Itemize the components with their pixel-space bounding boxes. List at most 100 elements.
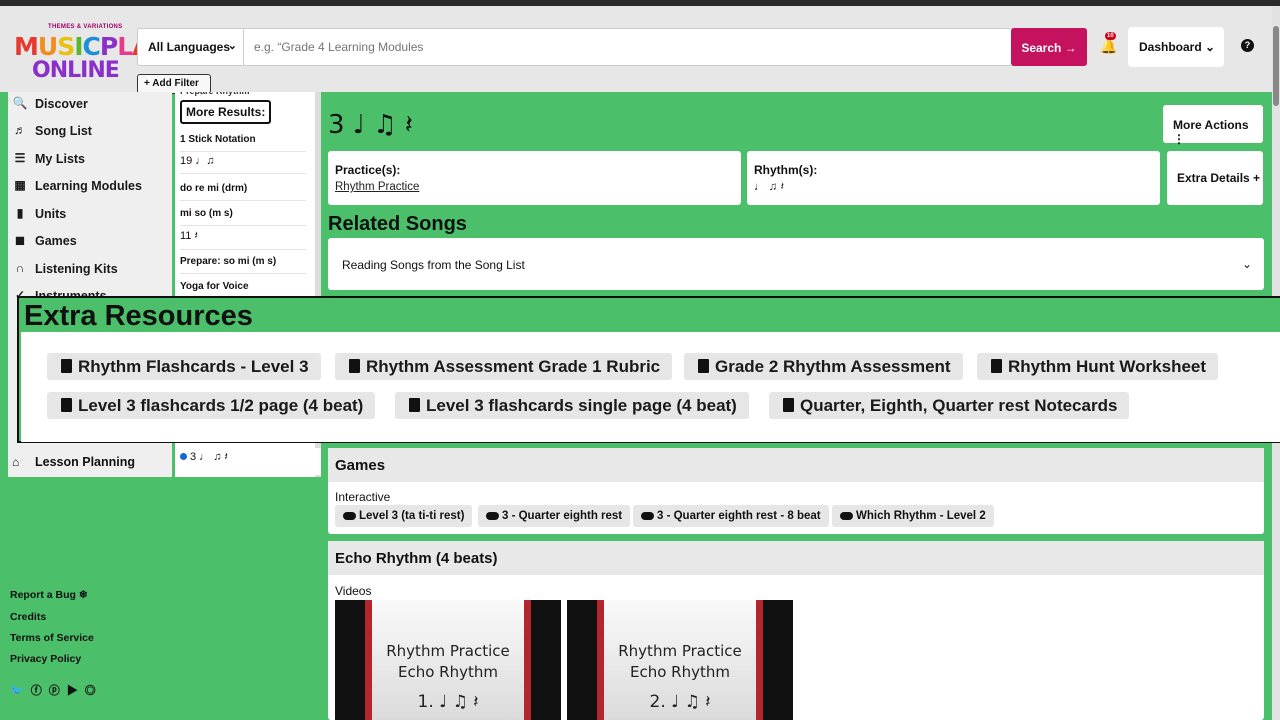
game-chip[interactable]: 3 - Quarter eighth rest xyxy=(478,505,631,527)
search-button[interactable]: Search → xyxy=(1011,28,1087,66)
more-results-label: More Results: xyxy=(180,100,272,124)
list-item[interactable]: do re mi (drm) xyxy=(180,183,306,201)
extra-resources-heading: Extra Resources xyxy=(24,300,253,332)
video-title-line: Rhythm Practice xyxy=(618,642,742,660)
videos-label: Videos xyxy=(335,584,372,598)
chevron-down-icon: ⌄ xyxy=(1205,40,1216,54)
resource-button[interactable]: Level 3 flashcards single page (4 beat) xyxy=(395,392,749,419)
sidebar-item-label: Song List xyxy=(35,124,92,138)
game-label: Which Rhythm - Level 2 xyxy=(856,510,986,522)
resource-label: Rhythm Flashcards - Level 3 xyxy=(78,357,309,376)
sidebar-item-label: Learning Modules xyxy=(35,179,142,193)
video-frame: Rhythm Practice Echo Rhythm 1. ♩ ♫ 𝄽 xyxy=(365,600,531,720)
practice-card: Practice(s): Rhythm Practice xyxy=(328,151,741,205)
game-label: Level 3 (ta ti-ti rest) xyxy=(359,510,465,522)
logo-line-2: ONLINE xyxy=(32,58,120,83)
book-icon: ▮ xyxy=(16,206,24,220)
language-select[interactable]: All Languages ⌄ xyxy=(138,29,244,65)
list-icon: ☰ xyxy=(14,151,26,165)
game-label: 3 - Quarter eighth rest xyxy=(502,510,623,522)
help-icon[interactable]: ? xyxy=(1241,39,1254,52)
lesson-item-label: 3 ♩ ♫ 𝄽 xyxy=(190,451,228,463)
add-filter-button[interactable]: + Add Filter xyxy=(137,74,211,94)
game-chip[interactable]: Which Rhythm - Level 2 xyxy=(832,505,994,527)
notification-badge: 10 xyxy=(1105,32,1116,40)
rhythm-card: Rhythm(s): ♩ ♫ 𝄽 xyxy=(747,151,1160,205)
pdf-file-icon xyxy=(783,398,794,412)
extra-resources-panel: Extra Resources Rhythm Flashcards - Leve… xyxy=(17,296,1280,443)
video-thumbnail[interactable]: Rhythm Practice Echo Rhythm 2. ♩ ♫ 𝄽 xyxy=(567,600,793,720)
page-title: 3 ♩ ♫ 𝄽 xyxy=(328,110,413,140)
report-bug-link[interactable]: Report a Bug ❄ xyxy=(10,589,88,601)
sidebar-item-label: Units xyxy=(35,207,67,221)
echo-rhythm-heading: Echo Rhythm (4 beats) xyxy=(328,541,1264,575)
dashboard-dropdown[interactable]: Dashboard ⌄ xyxy=(1128,27,1224,67)
resource-button[interactable]: Grade 2 Rhythm Assessment xyxy=(684,353,963,380)
gamepad-icon xyxy=(641,512,654,520)
video-thumbnail[interactable]: Rhythm Practice Echo Rhythm 1. ♩ ♫ 𝄽 xyxy=(335,600,561,720)
video-title-line: 1. ♩ ♫ 𝄽 xyxy=(417,692,479,712)
rhythm-value: ♩ ♫ 𝄽 xyxy=(754,181,785,193)
lesson-list-item[interactable]: 3 ♩ ♫ 𝄽 xyxy=(175,448,321,475)
practice-link[interactable]: Rhythm Practice xyxy=(335,181,419,193)
extra-details-button[interactable]: Extra Details + xyxy=(1167,151,1263,205)
pdf-file-icon xyxy=(698,359,709,373)
gamepad-icon xyxy=(343,512,356,520)
dashboard-label: Dashboard xyxy=(1139,40,1202,54)
gamepad-icon xyxy=(486,512,499,520)
logo-tagline: THEMES & VARIATIONS xyxy=(48,24,123,30)
extra-resources-list: Rhythm Flashcards - Level 3 Rhythm Asses… xyxy=(21,332,1280,442)
related-songs-accordion[interactable]: Reading Songs from the Song List ⌄ xyxy=(328,238,1264,290)
chevron-down-icon: ⌄ xyxy=(1241,257,1252,271)
pdf-file-icon xyxy=(61,359,72,373)
sidebar-item-label: Listening Kits xyxy=(35,262,118,276)
resource-button[interactable]: Level 3 flashcards 1/2 page (4 beat) xyxy=(47,392,376,419)
games-heading: Games xyxy=(328,448,1264,482)
related-songs-label: Reading Songs from the Song List xyxy=(342,258,525,272)
pdf-file-icon xyxy=(349,359,360,373)
video-title-line: Rhythm Practice xyxy=(386,642,510,660)
list-item[interactable]: 19 ♩♫ xyxy=(180,155,306,174)
sidebar-item-label: Games xyxy=(35,234,77,248)
related-songs-heading: Related Songs xyxy=(328,213,467,235)
list-item[interactable]: Prepare: so mi (m s) xyxy=(180,256,306,274)
pdf-file-icon xyxy=(61,398,72,412)
sidebar-item-label: My Lists xyxy=(35,152,86,166)
search-bar: All Languages ⌄ Search → xyxy=(137,28,1087,66)
gamepad-icon xyxy=(840,512,853,520)
scrollbar-thumb[interactable] xyxy=(1273,26,1279,106)
resource-button[interactable]: Quarter, Eighth, Quarter rest Notecards xyxy=(769,392,1130,419)
list-item[interactable]: mi so (m s) xyxy=(180,208,306,226)
resource-button[interactable]: Rhythm Assessment Grade 1 Rubric xyxy=(335,353,673,380)
chevron-down-icon: ⌄ xyxy=(227,40,237,52)
sidebar-item-label: Discover xyxy=(35,97,88,111)
sidebar-item-lesson-planning[interactable]: ⌂ Lesson Planning xyxy=(8,448,172,477)
terms-link[interactable]: Terms of Service xyxy=(10,632,94,644)
credits-link[interactable]: Credits xyxy=(10,611,46,623)
list-item[interactable]: 1 Stick Notation xyxy=(180,134,306,152)
video-title-line: 2. ♩ ♫ 𝄽 xyxy=(649,692,711,712)
notification-bell-icon[interactable]: 🔔 10 xyxy=(1100,32,1117,55)
status-dot xyxy=(180,453,187,460)
headphones-icon: ∩ xyxy=(15,261,25,275)
school-icon: ⌂ xyxy=(12,455,20,469)
pdf-file-icon xyxy=(409,398,420,412)
language-label: All Languages xyxy=(148,40,231,54)
resource-label: Rhythm Assessment Grade 1 Rubric xyxy=(366,357,661,376)
social-icons[interactable]: 🐦ⓕⓟ▶◎ xyxy=(10,682,103,698)
video-title-line: Echo Rhythm xyxy=(630,663,730,681)
game-chip[interactable]: Level 3 (ta ti-ti rest) xyxy=(335,505,473,527)
game-chip[interactable]: 3 - Quarter eighth rest - 8 beat xyxy=(633,505,829,527)
resource-button[interactable]: Rhythm Flashcards - Level 3 xyxy=(47,353,321,380)
sidebar-item-label: Lesson Planning xyxy=(35,455,136,469)
resource-button[interactable]: Rhythm Hunt Worksheet xyxy=(977,353,1219,380)
modules-icon: ▦ xyxy=(14,178,26,192)
musicplay-logo[interactable]: THEMES & VARIATIONS MUSICPLAY ONLINE xyxy=(12,24,166,88)
privacy-link[interactable]: Privacy Policy xyxy=(10,653,81,665)
resource-label: Grade 2 Rhythm Assessment xyxy=(715,357,951,376)
games-section: Games Interactive Level 3 (ta ti-ti rest… xyxy=(328,448,1264,534)
more-actions-button[interactable]: More Actions ⋮ xyxy=(1163,105,1263,146)
list-item[interactable]: 11 𝄽 xyxy=(180,230,306,250)
game-label: 3 - Quarter eighth rest - 8 beat xyxy=(657,510,821,522)
search-input[interactable] xyxy=(248,33,998,61)
